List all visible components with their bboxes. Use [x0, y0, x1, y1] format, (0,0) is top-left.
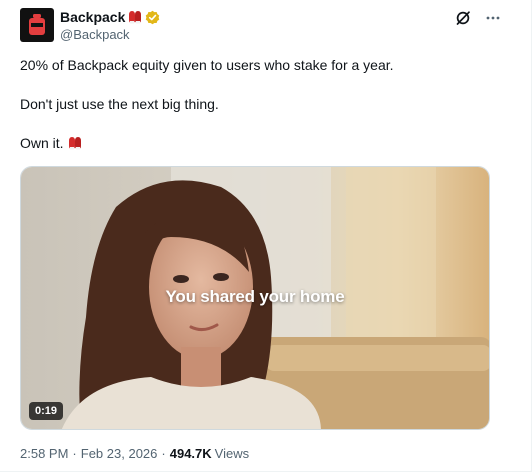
backpack-logo-icon	[29, 14, 45, 35]
post-time[interactable]: 2:58 PM	[20, 446, 68, 461]
video-player[interactable]: You shared your home 0:19	[20, 166, 490, 430]
avatar[interactable]	[20, 8, 54, 42]
tweet-header: Backpack @Backpack	[60, 8, 160, 42]
tweet-paragraph-text: Own it.	[20, 135, 64, 151]
tweet-card[interactable]: Backpack @Backpack 20% of Backpack equit…	[0, 0, 532, 472]
boxing-gloves-icon	[67, 135, 83, 155]
meta-separator: ·	[72, 446, 77, 461]
tweet-paragraph-last: Own it.	[20, 134, 500, 155]
boxing-gloves-icon	[127, 9, 143, 25]
views-label: Views	[214, 446, 250, 461]
display-name[interactable]: Backpack	[60, 9, 125, 25]
tweet-paragraph: Don't just use the next big thing.	[20, 96, 219, 112]
top-actions	[455, 10, 501, 31]
verified-gold-badge-icon[interactable]	[145, 10, 160, 25]
views-count[interactable]: 494.7K	[170, 446, 212, 461]
grok-icon[interactable]	[455, 10, 471, 31]
meta-separator: ·	[161, 446, 166, 461]
video-caption: You shared your home	[165, 287, 345, 306]
tweet-meta: 2:58 PM · Feb 23, 2026 · 494.7K Views	[20, 446, 249, 461]
user-handle[interactable]: @Backpack	[60, 27, 160, 42]
tweet-paragraph: 20% of Backpack equity given to users wh…	[20, 57, 394, 73]
post-date[interactable]: Feb 23, 2026	[81, 446, 158, 461]
more-dots-icon[interactable]	[485, 10, 501, 31]
video-duration: 0:19	[29, 402, 64, 420]
tweet-text: 20% of Backpack equity given to users wh…	[20, 56, 500, 155]
